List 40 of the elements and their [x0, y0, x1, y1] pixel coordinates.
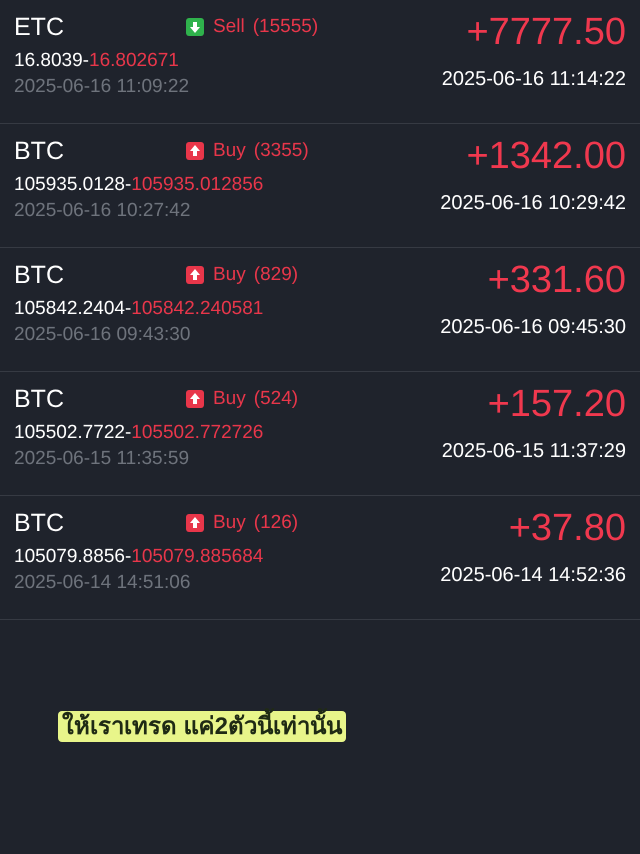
profit: +157.20	[488, 382, 626, 427]
close-price: 105502.772726	[131, 422, 264, 443]
symbol: BTC	[14, 384, 65, 414]
close-time: 2025-06-16 10:29:42	[440, 192, 626, 215]
close-price: 105935.012856	[131, 174, 264, 195]
open-time: 2025-06-14 14:51:06	[14, 572, 192, 594]
open-price: 105935.0128-	[14, 174, 132, 195]
symbol: BTC	[14, 136, 65, 166]
profit: +37.80	[508, 506, 626, 551]
trade-side: Buy	[213, 140, 246, 162]
quantity: (126)	[254, 512, 298, 534]
close-time: 2025-06-15 11:37:29	[442, 440, 626, 463]
quantity: (829)	[254, 264, 298, 286]
trade-side: Sell	[213, 16, 245, 38]
close-time: 2025-06-14 14:52:36	[440, 564, 626, 587]
trade-side: Buy	[213, 264, 246, 286]
profit: +331.60	[488, 258, 626, 303]
symbol: ETC	[14, 12, 65, 42]
close-price: 105842.240581	[131, 298, 264, 319]
close-price: 16.802671	[89, 50, 179, 71]
symbol: BTC	[14, 260, 65, 290]
close-time: 2025-06-16 11:14:22	[442, 68, 626, 91]
profit: +7777.50	[466, 10, 626, 55]
trade-side: Buy	[213, 512, 246, 534]
open-price: 105079.8856-	[14, 546, 132, 567]
open-time: 2025-06-16 10:27:42	[14, 200, 192, 222]
quantity: (524)	[254, 388, 298, 410]
open-time: 2025-06-16 11:09:22	[14, 76, 190, 98]
open-price: 16.8039-	[14, 50, 90, 71]
open-time: 2025-06-16 09:43:30	[14, 324, 192, 346]
quantity: (3355)	[254, 140, 309, 162]
profit: +1342.00	[466, 134, 626, 179]
open-price: 105502.7722-	[14, 422, 132, 443]
symbol: BTC	[14, 508, 65, 538]
close-price: 105079.885684	[131, 546, 264, 567]
open-price: 105842.2404-	[14, 298, 132, 319]
quantity: (15555)	[252, 16, 318, 38]
close-time: 2025-06-16 09:45:30	[440, 316, 626, 339]
trade-side: Buy	[213, 388, 246, 410]
open-time: 2025-06-15 11:35:59	[14, 448, 190, 470]
